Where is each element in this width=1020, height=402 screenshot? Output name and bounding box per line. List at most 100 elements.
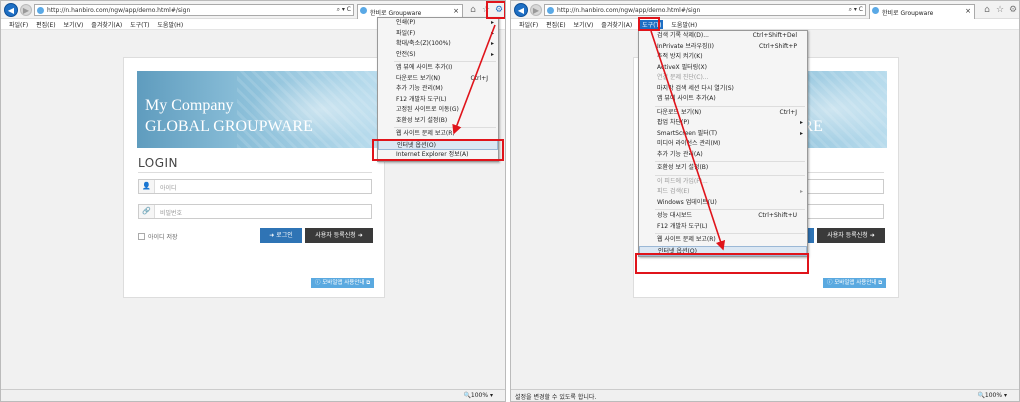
forward-button[interactable]: ▶ — [20, 4, 32, 16]
menu-help[interactable]: 도움말(H) — [671, 20, 697, 29]
menu-item[interactable]: 추가 기능 관리(M) — [378, 84, 498, 95]
back-button[interactable]: ◀ — [4, 3, 18, 17]
star-icon[interactable]: ☆ — [994, 4, 1006, 16]
menu-item-label: 앱 뷰에 사이트 추가(I) — [396, 64, 453, 71]
menu-item[interactable]: 연결 문제 진단(C)... — [639, 73, 807, 84]
url-controls[interactable]: ⌕ ▾ C — [849, 6, 863, 14]
username-field[interactable]: 👤 아이디 — [138, 179, 372, 194]
menu-view[interactable]: 보기(V) — [64, 20, 84, 29]
register-button[interactable]: 사용자 등록신청 ➜ — [305, 228, 373, 243]
menu-favorites[interactable]: 즐겨찾기(A) — [601, 20, 632, 29]
menu-item[interactable]: 피드 검색(E) ▸ — [639, 187, 807, 198]
menu-item-label: 추가 기능 관리(A) — [657, 150, 703, 158]
menu-item[interactable]: 검색 기록 삭제(D)... Ctrl+Shift+Del — [639, 31, 807, 42]
menu-item[interactable]: 추적 방지 켜기(K) — [639, 52, 807, 63]
menu-item[interactable]: 고정된 사이트로 이동(G) — [378, 105, 498, 116]
tab-close-icon[interactable]: × — [965, 7, 971, 15]
zoom-control[interactable]: 🔍100% ▾ — [463, 392, 493, 399]
remember-checkbox[interactable] — [138, 233, 145, 240]
menu-item[interactable]: 이 피드에 가입(F)... — [639, 177, 807, 188]
menu-item[interactable]: 안전(S) ▸ — [378, 50, 498, 61]
menu-item[interactable]: 미디어 라이선스 관리(M) — [639, 139, 807, 150]
submenu-arrow-icon: ▸ — [490, 19, 494, 26]
menu-help[interactable]: 도움말(H) — [157, 20, 183, 29]
menu-item-label: Windows 업데이트(U) — [657, 198, 717, 206]
right-browser-window: ◀ ▶ http://n.hanbiro.com/ngw/app/demo.ht… — [510, 0, 1020, 402]
menu-item[interactable]: 인쇄(P) ▸ — [378, 18, 498, 29]
url-text: http://n.hanbiro.com/ngw/app/demo.html#/… — [47, 7, 191, 14]
menu-file[interactable]: 파일(F) — [519, 20, 538, 29]
menu-item[interactable]: 추가 기능 관리(A) — [639, 150, 807, 161]
menu-item-label: 고정된 사이트로 이동(G) — [396, 106, 459, 113]
login-heading: LOGIN — [138, 156, 179, 170]
menu-tools[interactable]: 도구(T) — [130, 20, 149, 29]
world-map-graphic — [237, 71, 377, 148]
menu-item-label: ActiveX 필터링(X) — [657, 63, 707, 71]
mobile-app-guide-link[interactable]: ⓘ 모바일앱 사용안내 ⧉ — [823, 278, 887, 288]
menu-item-label: F12 개발자 도구(L) — [396, 95, 447, 103]
password-placeholder: 비밀번호 — [160, 210, 183, 217]
menu-item[interactable]: 확대/축소(Z)(100%) ▸ — [378, 39, 498, 50]
menu-item-label: 미디어 라이선스 관리(M) — [657, 140, 721, 147]
forward-button[interactable]: ▶ — [530, 4, 542, 16]
menu-item[interactable]: 웹 사이트 문제 보고(R) — [639, 235, 807, 246]
menu-item[interactable]: F12 개발자 도구(L) — [378, 95, 498, 106]
user-icon: 👤 — [139, 180, 155, 193]
menu-item-label: 호환성 보기 설정(B) — [657, 164, 709, 171]
menu-item[interactable]: SmartScreen 필터(T) ▸ — [639, 129, 807, 140]
menu-edit[interactable]: 편집(E) — [546, 20, 566, 29]
menu-separator — [655, 174, 805, 176]
home-icon[interactable]: ⌂ — [981, 4, 993, 16]
menu-item[interactable]: Windows 업데이트(U) — [639, 198, 807, 209]
menu-item-label: 추적 방지 켜기(K) — [657, 53, 703, 60]
menu-separator — [655, 209, 805, 210]
login-button[interactable]: ➜ 로그인 — [260, 228, 302, 243]
menu-item[interactable]: 팝업 차단(P) ▸ — [639, 118, 807, 129]
gear-icon[interactable]: ⚙ — [1007, 4, 1019, 16]
menu-separator — [394, 127, 496, 128]
menu-separator — [655, 233, 805, 234]
link-icon: 🔗 — [139, 205, 155, 218]
menu-item-label: 연결 문제 진단(C)... — [657, 74, 709, 81]
menu-item[interactable]: 호환성 보기 설정(B) — [378, 116, 498, 127]
menu-view[interactable]: 보기(V) — [574, 20, 594, 29]
divider — [138, 172, 372, 173]
menu-item[interactable]: 성능 대시보드 Ctrl+Shift+U — [639, 211, 807, 222]
menu-edit[interactable]: 편집(E) — [36, 20, 56, 29]
tab-close-icon[interactable]: × — [453, 7, 459, 15]
mobile-app-guide-link[interactable]: ⓘ 모바일앱 사용안내 ⧉ — [311, 278, 375, 288]
menu-item-label: 마지막 검색 세션 다시 열기(S) — [657, 84, 734, 92]
menu-item-label: F12 개발자 도구(L) — [657, 222, 708, 230]
url-controls[interactable]: ⌕ ▾ C — [337, 6, 351, 14]
menu-item[interactable]: 웹 사이트 문제 보고(R) — [378, 129, 498, 140]
tools-dropdown-menu: 검색 기록 삭제(D)... Ctrl+Shift+Del InPrivate 브라… — [638, 30, 808, 257]
menu-item[interactable]: 다운로드 보기(N) Ctrl+J — [378, 74, 498, 85]
menu-item-label: 다운로드 보기(N) — [657, 108, 702, 116]
password-field[interactable]: 🔗 비밀번호 — [138, 204, 372, 219]
menu-item[interactable]: 파일(F) ▸ — [378, 29, 498, 40]
menu-item[interactable]: 호환성 보기 설정(B) — [639, 163, 807, 174]
url-field[interactable]: http://n.hanbiro.com/ngw/app/demo.html#/… — [544, 4, 866, 16]
tab-favicon — [360, 7, 367, 14]
submenu-arrow-icon: ▸ — [799, 119, 803, 126]
home-icon[interactable]: ⌂ — [467, 4, 479, 16]
company-banner: My Company GLOBAL GROUPWARE — [137, 71, 377, 148]
menu-favorites[interactable]: 즐겨찾기(A) — [91, 20, 122, 29]
menu-item[interactable]: InPrivate 브라우징(I) Ctrl+Shift+P — [639, 42, 807, 53]
address-bar-row: ◀ ▶ http://n.hanbiro.com/ngw/app/demo.ht… — [511, 1, 1019, 19]
menu-item-label: 이 피드에 가입(F)... — [657, 177, 708, 185]
menu-item-label: 성능 대시보드 — [657, 212, 693, 219]
back-button[interactable]: ◀ — [514, 3, 528, 17]
menu-item[interactable]: 앱 뷰에 사이트 추가(I) — [378, 63, 498, 74]
menu-file[interactable]: 파일(F) — [9, 20, 28, 29]
menu-item[interactable]: 다운로드 보기(N) Ctrl+J — [639, 108, 807, 119]
status-bar: 🔍100% ▾ — [1, 389, 505, 401]
menu-item[interactable]: ActiveX 필터링(X) — [639, 63, 807, 74]
browser-tab[interactable]: 한비로 Groupware × — [869, 4, 975, 19]
menu-item[interactable]: F12 개발자 도구(L) — [639, 222, 807, 233]
register-button[interactable]: 사용자 등록신청 ➜ — [817, 228, 885, 243]
menu-item[interactable]: 앱 뷰에 사이트 추가(A) — [639, 94, 807, 105]
menu-item[interactable]: 마지막 검색 세션 다시 열기(S) — [639, 84, 807, 95]
zoom-control[interactable]: 🔍100% ▾ — [977, 392, 1007, 399]
url-field[interactable]: http://n.hanbiro.com/ngw/app/demo.html#/… — [34, 4, 354, 16]
